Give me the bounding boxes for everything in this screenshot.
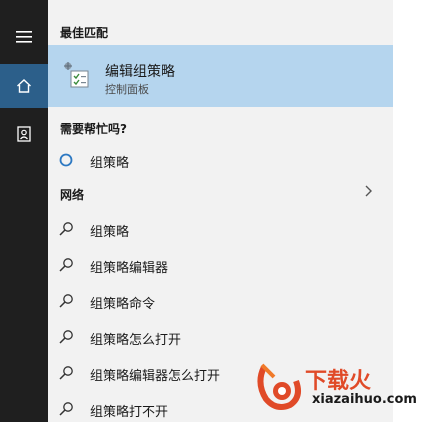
- search-icon: [59, 222, 73, 236]
- best-match-result[interactable]: 编辑组策略 控制面板: [48, 45, 393, 107]
- web-suggestion-item[interactable]: 组策略命令: [48, 288, 393, 314]
- search-icon: [59, 402, 73, 416]
- help-item-label: 组策略: [90, 156, 130, 171]
- best-match-title: 编辑组策略: [105, 64, 175, 80]
- web-suggestion-label: 组策略命令: [90, 297, 156, 312]
- search-icon: [59, 294, 73, 308]
- cortana-circle-icon: [59, 153, 73, 167]
- web-suggestion-label: 组策略: [90, 225, 130, 240]
- user-profile-button[interactable]: [0, 112, 48, 156]
- web-suggestion-label: 组策略编辑器: [90, 261, 169, 276]
- help-item[interactable]: 组策略: [48, 147, 393, 173]
- best-match-subtitle: 控制面板: [105, 83, 149, 96]
- web-suggestion-item[interactable]: 组策略怎么打开: [48, 324, 393, 350]
- search-icon: [59, 330, 73, 344]
- hamburger-menu-icon: [16, 31, 32, 43]
- group-policy-editor-icon: [64, 62, 89, 88]
- web-header: 网络: [60, 188, 85, 202]
- search-icon: [59, 366, 73, 380]
- watermark-url: xiazaihuo.com: [312, 392, 417, 407]
- web-suggestion-label: 组策略编辑器怎么打开: [90, 369, 221, 384]
- web-suggestion-label: 组策略怎么打开: [90, 333, 182, 348]
- hamburger-menu-button[interactable]: [0, 15, 48, 59]
- user-profile-icon: [17, 126, 31, 142]
- watermark-logo-icon: [257, 363, 301, 410]
- watermark-name: 下载火: [305, 369, 372, 394]
- best-match-header: 最佳匹配: [60, 26, 109, 40]
- web-suggestion-item[interactable]: 组策略: [48, 216, 393, 242]
- web-suggestion-label: 组策略打不开: [90, 405, 169, 420]
- home-button[interactable]: [0, 64, 48, 108]
- web-suggestion-item[interactable]: 组策略编辑器: [48, 252, 393, 278]
- start-menu-rail: [0, 0, 48, 422]
- search-icon: [59, 258, 73, 272]
- chevron-right-icon[interactable]: [364, 184, 374, 198]
- help-header: 需要帮忙吗?: [60, 122, 127, 136]
- home-icon: [17, 79, 31, 93]
